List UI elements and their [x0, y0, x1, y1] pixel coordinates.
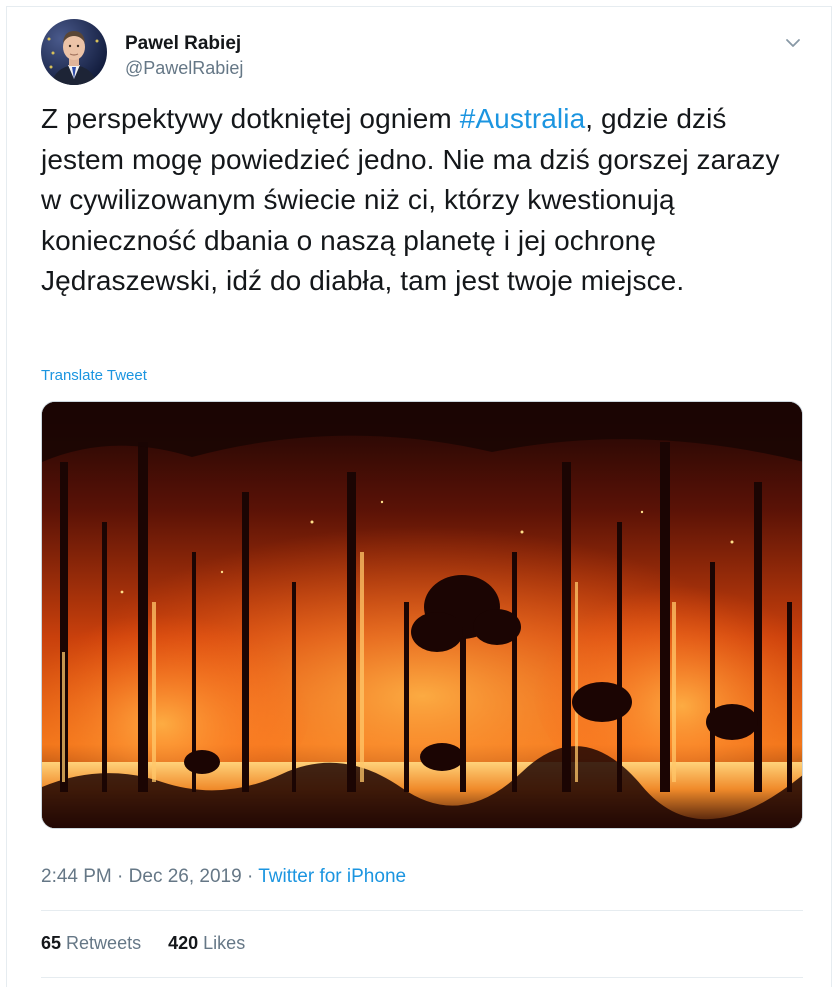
tweet-source-link[interactable]: Twitter for iPhone [258, 866, 406, 887]
user-names[interactable]: Pawel Rabiej @PawelRabiej [125, 33, 243, 81]
divider [41, 977, 803, 978]
tweet-date[interactable]: Dec 26, 2019 [129, 866, 242, 887]
hashtag-link[interactable]: #Australia [460, 103, 586, 134]
likes-count: 420 [168, 933, 199, 953]
meta-separator: · [241, 866, 259, 887]
likes-label: Likes [203, 933, 246, 953]
retweets-count: 65 [41, 933, 62, 953]
chevron-down-icon[interactable] [781, 31, 805, 55]
display-name[interactable]: Pawel Rabiej [125, 33, 243, 55]
tweet-media-photo[interactable] [41, 401, 803, 829]
tweet-meta: 2:44 PM · Dec 26, 2019 · Twitter for iPh… [41, 866, 406, 888]
tweet-card: Pawel Rabiej @PawelRabiej Z perspektywy … [6, 6, 832, 987]
retweets-label: Retweets [66, 933, 142, 953]
tweet-text: Z perspektywy dotkniętej ogniem #Austral… [41, 99, 801, 302]
translate-tweet-link[interactable]: Translate Tweet [41, 367, 147, 384]
retweets-stat[interactable]: 65 Retweets [41, 933, 141, 953]
screen-name[interactable]: @PawelRabiej [125, 55, 243, 81]
tweet-header: Pawel Rabiej @PawelRabiej [41, 19, 811, 89]
likes-stat[interactable]: 420 Likes [168, 933, 245, 953]
tweet-text-part: Z perspektywy dotkniętej ogniem [41, 103, 460, 134]
avatar[interactable] [41, 19, 107, 85]
tweet-time[interactable]: 2:44 PM [41, 866, 112, 887]
divider [41, 910, 803, 911]
tweet-stats: 65 Retweets 420 Likes [41, 933, 267, 954]
meta-separator: · [111, 866, 129, 887]
